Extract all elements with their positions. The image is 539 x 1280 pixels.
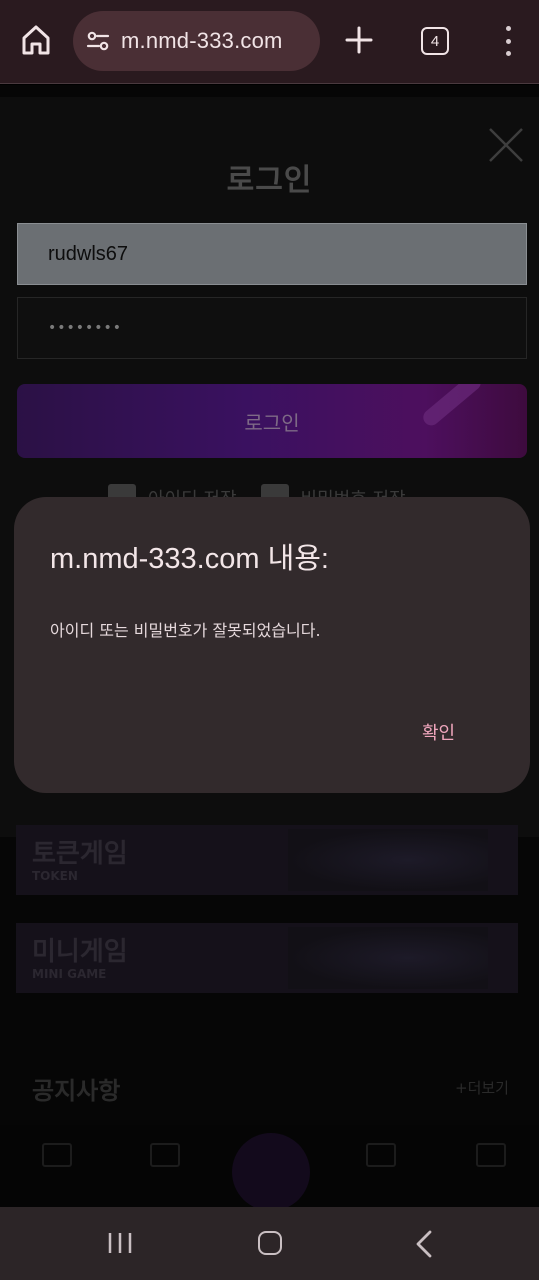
system-nav-bar	[0, 1207, 539, 1280]
dialog-title: m.nmd-333.com 내용:	[50, 543, 329, 575]
url-text[interactable]: m.nmd-333.com	[121, 28, 283, 54]
banner-art	[288, 829, 488, 891]
address-bar[interactable]: m.nmd-333.com	[73, 11, 320, 71]
nav-item[interactable]	[42, 1143, 72, 1167]
bottom-navigation	[0, 1125, 539, 1207]
login-button[interactable]: 로그인	[17, 384, 527, 458]
site-settings-icon[interactable]	[85, 28, 111, 54]
password-field[interactable]: ••••••••	[17, 297, 527, 359]
login-button-label: 로그인	[244, 410, 300, 435]
home-icon[interactable]	[18, 22, 54, 58]
recent-apps-icon[interactable]	[107, 1232, 133, 1254]
button-decoration	[420, 384, 484, 429]
home-nav-icon[interactable]	[258, 1231, 282, 1255]
notice-title: 공지사항	[32, 1077, 121, 1105]
nav-item[interactable]	[476, 1143, 506, 1167]
banner-subtitle: MINI GAME	[32, 967, 107, 981]
tab-count: 4	[430, 32, 440, 50]
banner-token-game[interactable]: 토큰게임 TOKEN	[16, 825, 518, 895]
banner-title: 토큰게임	[32, 839, 128, 869]
nav-item[interactable]	[150, 1143, 180, 1167]
banner-mini-game[interactable]: 미니게임 MINI GAME	[16, 923, 518, 993]
alert-dialog: m.nmd-333.com 내용: 아이디 또는 비밀번호가 잘못되었습니다. …	[14, 497, 530, 793]
tab-switcher-icon[interactable]: 4	[421, 27, 449, 55]
back-icon[interactable]	[414, 1230, 434, 1258]
nav-home-button[interactable]	[232, 1133, 310, 1207]
notice-more-link[interactable]: +더보기	[455, 1077, 509, 1098]
plus-icon[interactable]	[343, 24, 375, 56]
username-field[interactable]: rudwls67	[17, 223, 527, 285]
browser-toolbar: m.nmd-333.com 4	[0, 0, 539, 84]
confirm-button[interactable]: 확인	[422, 719, 455, 745]
dialog-message: 아이디 또는 비밀번호가 잘못되었습니다.	[50, 621, 321, 640]
banner-art	[288, 927, 488, 989]
banner-title: 미니게임	[32, 937, 128, 967]
more-vert-icon[interactable]	[503, 26, 513, 56]
login-title: 로그인	[226, 163, 313, 198]
nav-item[interactable]	[366, 1143, 396, 1167]
banner-subtitle: TOKEN	[32, 869, 78, 883]
